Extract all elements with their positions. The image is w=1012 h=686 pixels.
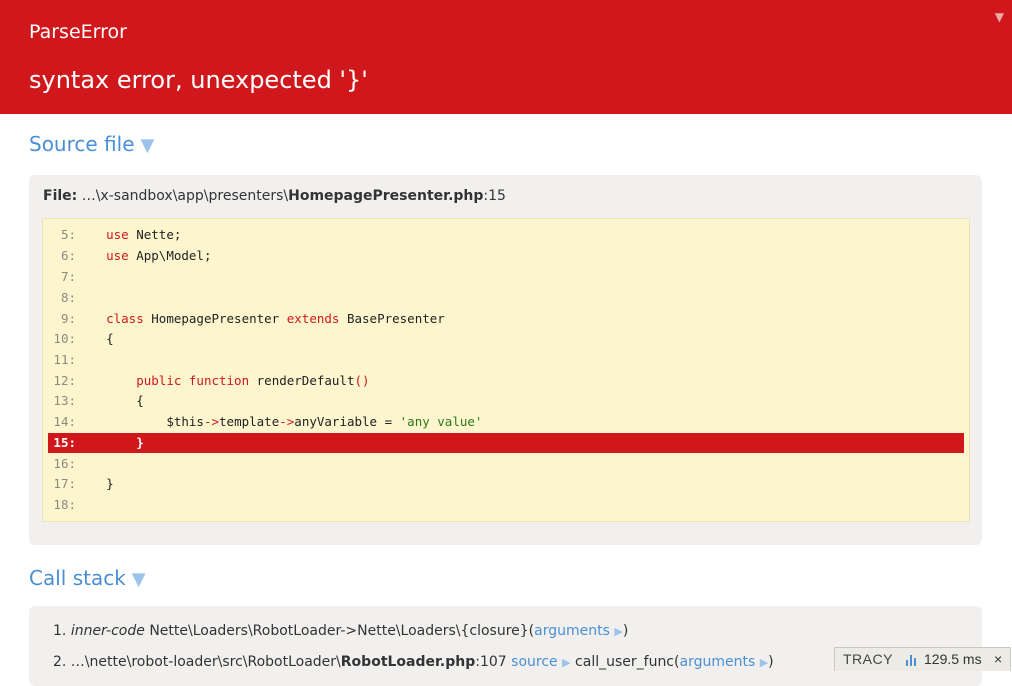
code-line: 10: {: [48, 329, 964, 349]
call-text: ): [768, 654, 774, 670]
source-panel: File: …\x-sandbox\app\presenters\Homepag…: [29, 175, 982, 545]
file-line-number: :15: [483, 188, 506, 204]
item-number: 2.: [53, 654, 67, 670]
code-block: 5: use Nette; 6: use App\Model; 7: 8: 9:…: [42, 218, 970, 522]
code-text: (): [354, 373, 370, 388]
code-text: $this: [166, 414, 204, 429]
bar-chart-icon: [905, 652, 919, 669]
inner-code-label: inner-code: [70, 623, 145, 639]
code-line: 9: class HomepagePresenter extends BaseP…: [48, 309, 964, 329]
operator: ->: [203, 414, 220, 429]
call-stack-toggle[interactable]: Call stack ▼: [29, 566, 146, 590]
call-text: call_user_func(: [570, 654, 680, 670]
code-line: 13: {: [48, 391, 964, 411]
call-stack-item: 1. inner-code Nette\Loaders\RobotLoader-…: [53, 623, 628, 639]
call-text: ): [622, 623, 629, 639]
code-line: 14: $this->template->anyVariable = 'any …: [48, 412, 964, 432]
code-text: HomepagePresenter: [143, 311, 287, 326]
line-number: 9:: [60, 311, 76, 326]
code-text: template: [219, 414, 280, 429]
line-number: 11:: [53, 352, 76, 367]
code-line: 8:: [48, 288, 964, 308]
tracy-debug-bar: TRACY 129.5 ms ×: [834, 647, 1011, 671]
close-icon[interactable]: ×: [994, 651, 1002, 667]
code-line: 16:: [48, 454, 964, 474]
triangle-down-icon: ▼: [140, 135, 155, 156]
highlighted-error-line: 15: }: [48, 433, 964, 453]
code-line: 18:: [48, 495, 964, 515]
arguments-link[interactable]: arguments: [679, 654, 755, 670]
line-number: 7:: [60, 269, 76, 284]
keyword: extends: [286, 311, 340, 326]
triangle-right-icon: ▶: [614, 625, 623, 638]
operator: ->: [279, 414, 295, 429]
source-file-toggle[interactable]: Source file ▼: [29, 132, 154, 156]
keyword: use: [106, 248, 129, 263]
code-text: }: [136, 435, 144, 450]
code-line: 6: use App\Model;: [48, 246, 964, 266]
line-number: 5:: [60, 227, 76, 242]
code-line: 17: }: [48, 474, 964, 494]
string-literal: 'any value': [399, 414, 483, 429]
code-text: Nette;: [128, 227, 182, 242]
error-message: syntax error, unexpected '}': [29, 66, 368, 94]
file-label: File:: [43, 188, 78, 204]
code-line: 12: public function renderDefault(): [48, 371, 964, 391]
call-text: Nette\Loaders\RobotLoader->Nette\Loaders…: [144, 623, 535, 639]
item-number: 1.: [53, 623, 67, 639]
code-line: 11:: [48, 350, 964, 370]
file-path: …\nette\robot-loader\src\RobotLoader\: [66, 654, 341, 670]
code-line: 7:: [48, 267, 964, 287]
line-number: 8:: [60, 290, 76, 305]
keyword: class: [106, 311, 144, 326]
tracy-logo[interactable]: TRACY: [843, 651, 893, 667]
keyword: public: [136, 373, 182, 388]
line-number: 12:: [53, 373, 76, 388]
error-header: ParseError syntax error, unexpected '}' …: [0, 0, 1012, 114]
triangle-down-icon: ▼: [131, 569, 146, 590]
code-text: App\Model;: [128, 248, 212, 263]
line-number: 13:: [53, 393, 76, 408]
line-number: 14:: [53, 414, 76, 429]
code-text: BasePresenter: [339, 311, 445, 326]
arguments-link[interactable]: arguments: [534, 623, 610, 639]
line-number: 15:: [53, 435, 76, 450]
file-name: RobotLoader.php: [340, 654, 476, 670]
collapse-icon[interactable]: ▼: [995, 10, 1004, 24]
file-info: File: …\x-sandbox\app\presenters\Homepag…: [43, 188, 506, 204]
code-text: anyVariable =: [294, 414, 400, 429]
source-file-title: Source file: [29, 132, 135, 156]
keyword: use: [106, 227, 129, 242]
file-path: …\x-sandbox\app\presenters\: [81, 188, 289, 204]
keyword: function: [188, 373, 250, 388]
call-stack-item: 2. …\nette\robot-loader\src\RobotLoader\…: [53, 654, 774, 670]
triangle-right-icon: ▶: [759, 656, 769, 669]
file-line-number: :107: [475, 654, 507, 670]
line-number: 16:: [53, 456, 76, 471]
code-text: renderDefault: [249, 373, 355, 388]
line-number: 10:: [53, 331, 76, 346]
error-type: ParseError: [29, 21, 127, 43]
code-text: {: [136, 393, 144, 408]
line-number: 17:: [53, 476, 76, 491]
execution-time[interactable]: 129.5 ms: [924, 651, 982, 667]
call-stack-panel: 1. inner-code Nette\Loaders\RobotLoader-…: [29, 606, 982, 686]
source-link[interactable]: source: [511, 654, 558, 670]
code-line: 5: use Nette;: [48, 225, 964, 245]
triangle-right-icon: ▶: [562, 656, 571, 669]
code-text: {: [106, 331, 114, 346]
line-number: 18:: [53, 497, 76, 512]
file-name: HomepagePresenter.php: [288, 188, 484, 204]
code-text: }: [106, 476, 114, 491]
call-stack-title: Call stack: [29, 566, 126, 590]
line-number: 6:: [60, 248, 76, 263]
